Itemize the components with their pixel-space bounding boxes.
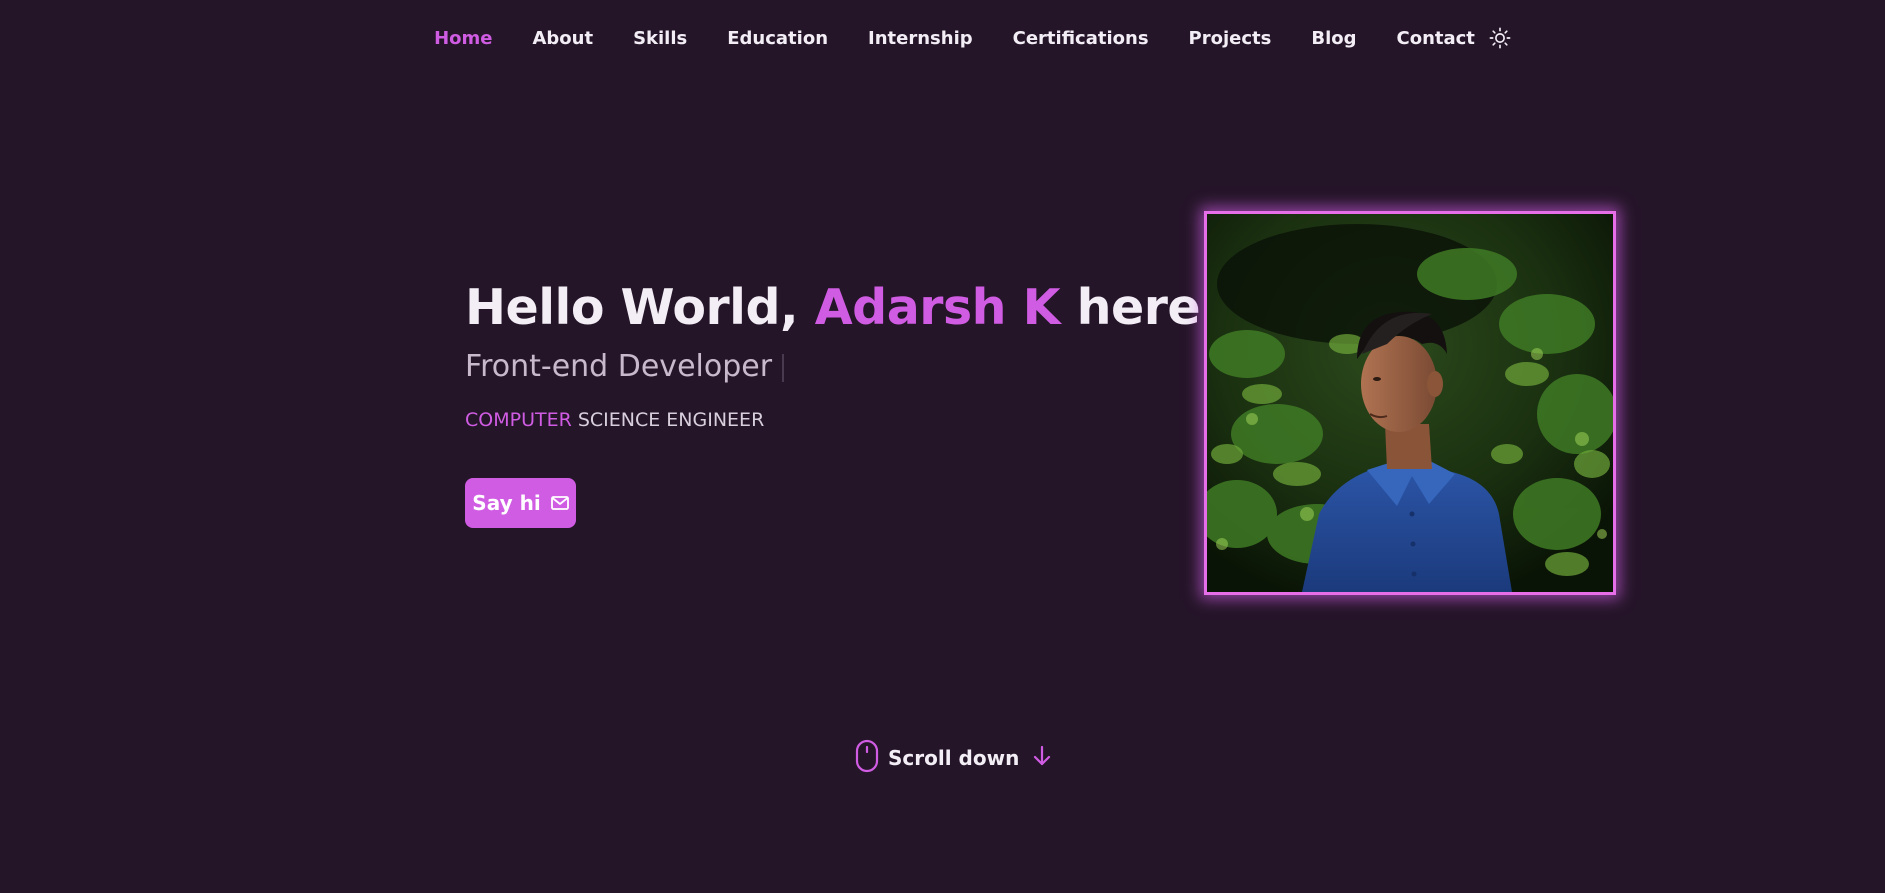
nav-list: Home About Skills Education Internship C… (414, 27, 1511, 49)
sun-icon[interactable] (1489, 27, 1511, 49)
hero-tagline: COMPUTER SCIENCE ENGINEER (465, 407, 1185, 433)
hero-title: Hello World, Adarsh K here. (465, 275, 1219, 341)
profile-photo (1204, 211, 1616, 595)
main-nav: Home About Skills Education Internship C… (0, 0, 1885, 76)
nav-item-contact[interactable]: Contact (1377, 28, 1487, 49)
scroll-down-link[interactable]: Scroll down (855, 739, 1052, 777)
hero-title-prefix: Hello World, (465, 279, 815, 336)
typing-cursor (782, 353, 785, 382)
nav-item-internship[interactable]: Internship (848, 28, 993, 49)
hero-section: Hello World, Adarsh K here. Front-end De… (465, 275, 1219, 433)
nav-item-skills[interactable]: Skills (613, 28, 707, 49)
hero-tagline-rest: SCIENCE ENGINEER (571, 409, 765, 431)
nav-item-about[interactable]: About (512, 28, 613, 49)
scroll-down-label: Scroll down (888, 746, 1020, 770)
mouse-icon (855, 739, 879, 777)
nav-item-certifications[interactable]: Certifications (993, 28, 1169, 49)
arrow-down-icon (1032, 745, 1052, 771)
hero-subtitle-text: Front-end Developer (465, 349, 773, 384)
mail-icon (550, 491, 569, 515)
hero-title-name: Adarsh K (814, 279, 1061, 336)
nav-item-home[interactable]: Home (414, 28, 512, 49)
nav-item-blog[interactable]: Blog (1291, 28, 1376, 49)
say-hi-button[interactable]: Say hi (465, 478, 576, 528)
hero-title-suffix: here. (1060, 279, 1219, 336)
say-hi-label: Say hi (472, 491, 541, 515)
hero-tagline-accent: COMPUTER (465, 409, 572, 431)
nav-item-education[interactable]: Education (707, 28, 848, 49)
nav-item-projects[interactable]: Projects (1169, 28, 1292, 49)
hero-subtitle: Front-end Developer (465, 347, 1185, 387)
